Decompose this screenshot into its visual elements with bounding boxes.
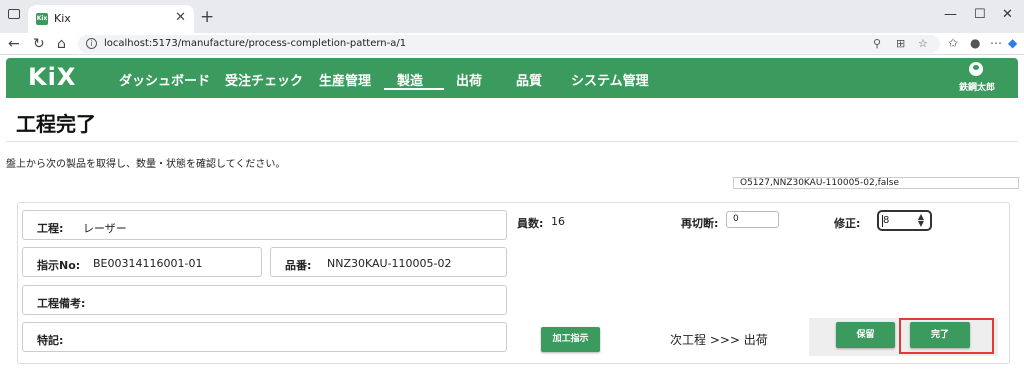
url-text: localhost:5173/manufacture/process-compl…: [104, 38, 407, 49]
user-icon[interactable]: [969, 62, 983, 76]
url-field[interactable]: i localhost:5173/manufacture/process-com…: [78, 35, 940, 53]
nav-item-manufacture[interactable]: 製造: [397, 70, 423, 89]
app-logo[interactable]: KiX: [28, 63, 76, 91]
new-tab-icon[interactable]: +: [200, 7, 214, 27]
maximize-icon[interactable]: ☐: [974, 7, 986, 22]
part-no-label: 品番:: [285, 259, 312, 272]
search-icon[interactable]: ⚲: [873, 37, 881, 50]
copilot-icon[interactable]: ◆: [1008, 36, 1017, 50]
address-bar: ← ↻ ⌂ i localhost:5173/manufacture/proce…: [0, 33, 1024, 55]
browser-tab[interactable]: Kix Kix ✕: [28, 5, 194, 33]
part-no-field: 品番: NNZ30KAU-110005-02: [270, 247, 507, 277]
nav-item-system[interactable]: システム管理: [571, 70, 649, 89]
count-label: 員数:: [517, 217, 544, 230]
close-window-icon[interactable]: ✕: [1002, 7, 1013, 22]
highlight-box: [899, 318, 994, 354]
order-no-value: BE00314116001-01: [93, 257, 203, 270]
correction-value: 8: [883, 215, 890, 226]
correction-label: 修正:: [834, 217, 861, 230]
sidebar-toggle-icon[interactable]: [8, 9, 20, 19]
back-icon[interactable]: ←: [8, 36, 20, 52]
active-nav-indicator: [384, 88, 444, 90]
instruction-text: 盤上から次の製品を取得し、数量・状態を確認してください。: [6, 159, 286, 170]
process-note-field: 工程備考:: [22, 285, 507, 315]
nav-item-order-check[interactable]: 受注チェック: [225, 70, 303, 89]
reader-icon[interactable]: ⊞: [896, 37, 905, 50]
correction-stepper[interactable]: 8 ▲ ▼: [877, 210, 932, 231]
hold-button[interactable]: 保留: [836, 322, 895, 348]
more-icon[interactable]: ⋯: [990, 36, 1002, 50]
part-no-value: NNZ30KAU-110005-02: [327, 257, 452, 270]
tab-title: Kix: [54, 12, 71, 25]
remarks-label: 特記:: [37, 334, 64, 347]
nav-item-shipping[interactable]: 出荷: [456, 70, 482, 89]
recut-input[interactable]: 0: [726, 211, 779, 228]
favorite-star-icon[interactable]: ☆: [918, 37, 928, 50]
process-note-label: 工程備考:: [37, 297, 86, 310]
site-info-icon[interactable]: i: [86, 38, 97, 49]
process-value: レーザー: [83, 222, 127, 235]
order-no-field: 指示No: BE00314116001-01: [22, 247, 262, 277]
count-value: 16: [551, 215, 565, 228]
recut-label: 再切断:: [681, 217, 719, 230]
kix-favicon-icon: Kix: [36, 13, 48, 25]
close-tab-icon[interactable]: ✕: [175, 10, 186, 25]
process-field: 工程: レーザー: [22, 210, 507, 240]
refresh-icon[interactable]: ↻: [33, 36, 45, 52]
nav-item-production[interactable]: 生産管理: [319, 70, 371, 89]
page-title: 工程完了: [16, 112, 96, 136]
nav-item-dashboard[interactable]: ダッシュボード: [119, 70, 210, 89]
stepper-arrows-icon[interactable]: ▲ ▼: [918, 213, 924, 228]
minimize-icon[interactable]: —: [944, 7, 957, 22]
scan-input[interactable]: O5127,NNZ30KAU-110005-02,false: [733, 177, 1019, 189]
divider: [6, 141, 1018, 142]
collections-icon[interactable]: ✩: [948, 36, 958, 50]
remarks-field: 特記:: [22, 322, 507, 352]
process-label: 工程:: [37, 222, 64, 235]
nav-item-quality[interactable]: 品質: [516, 70, 542, 89]
user-name[interactable]: 鉄鋼太郎: [959, 80, 995, 93]
browser-tab-bar: Kix Kix ✕ + — ☐ ✕: [0, 0, 1024, 33]
home-icon[interactable]: ⌂: [57, 36, 66, 52]
work-instruction-button[interactable]: 加工指示: [541, 327, 600, 352]
app-navbar: KiX ダッシュボード 受注チェック 生産管理 製造 出荷 品質 システム管理 …: [6, 58, 1018, 98]
profile-icon[interactable]: ●: [970, 36, 980, 50]
order-no-label: 指示No:: [37, 259, 81, 272]
next-process-text: 次工程 >>> 出荷: [670, 333, 768, 347]
